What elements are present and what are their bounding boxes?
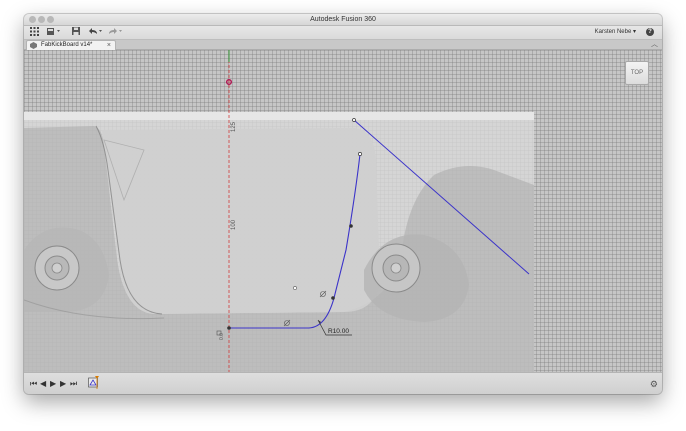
quick-access-toolbar: Karsten Nebe ▾ ? [24,26,662,40]
help-icon[interactable]: ? [646,28,654,36]
sketch-center-point[interactable] [293,286,297,290]
sketch-point[interactable] [349,224,353,228]
viewcube[interactable]: TOP [625,61,649,85]
app-window: Autodesk Fusion 360 Karsten Nebe ▾ ? Fab… [24,14,662,394]
play-icon[interactable]: ▶ [50,378,56,390]
timeline-bar: ⏮ ◀ ▶ ▶ ⏭ ⚙ [24,372,662,394]
close-tab-icon[interactable]: × [107,41,111,50]
save-icon[interactable] [71,27,80,38]
axis-label-top: 125 [231,121,237,132]
data-panel-grid-icon[interactable] [29,27,39,38]
document-tab[interactable]: FabKickBoard v14* × [26,40,116,50]
go-to-end-icon[interactable]: ⏭ [70,378,77,390]
gear-icon[interactable]: ⚙ [650,378,658,390]
user-account-menu[interactable]: Karsten Nebe ▾ [595,27,636,38]
axis-label-bottom: 0.0 [219,333,225,340]
axis-label-mid: 100 [231,219,237,230]
window-title: Autodesk Fusion 360 [310,16,376,23]
step-back-icon[interactable]: ◀ [40,378,46,390]
fillet-radius-dimension[interactable]: R10.00 [328,328,349,335]
undo-icon[interactable] [88,27,104,38]
document-tab-bar: FabKickBoard v14* × ︿ [24,40,662,50]
redo-icon[interactable] [108,27,124,38]
design-canvas[interactable]: 125 100 0.0 R10.00 TOP [24,50,662,372]
sketch-point[interactable] [331,296,335,300]
sketch-feature-icon[interactable] [88,376,100,394]
chevron-up-icon[interactable]: ︿ [651,40,658,49]
title-bar: Autodesk Fusion 360 [24,14,662,26]
sketch-viewport: 125 100 0.0 R10.00 [24,50,534,372]
sketch-endpoint[interactable] [358,152,362,156]
design-document-icon [30,42,37,49]
sketch-origin-point[interactable] [227,326,231,330]
go-to-start-icon[interactable]: ⏮ [30,378,37,390]
file-menu-icon[interactable] [47,27,61,38]
sketch-endpoint[interactable] [352,118,356,122]
step-forward-icon[interactable]: ▶ [60,378,66,390]
canvas-reference-image [24,112,534,372]
document-tab-title: FabKickBoard v14* [41,42,93,48]
